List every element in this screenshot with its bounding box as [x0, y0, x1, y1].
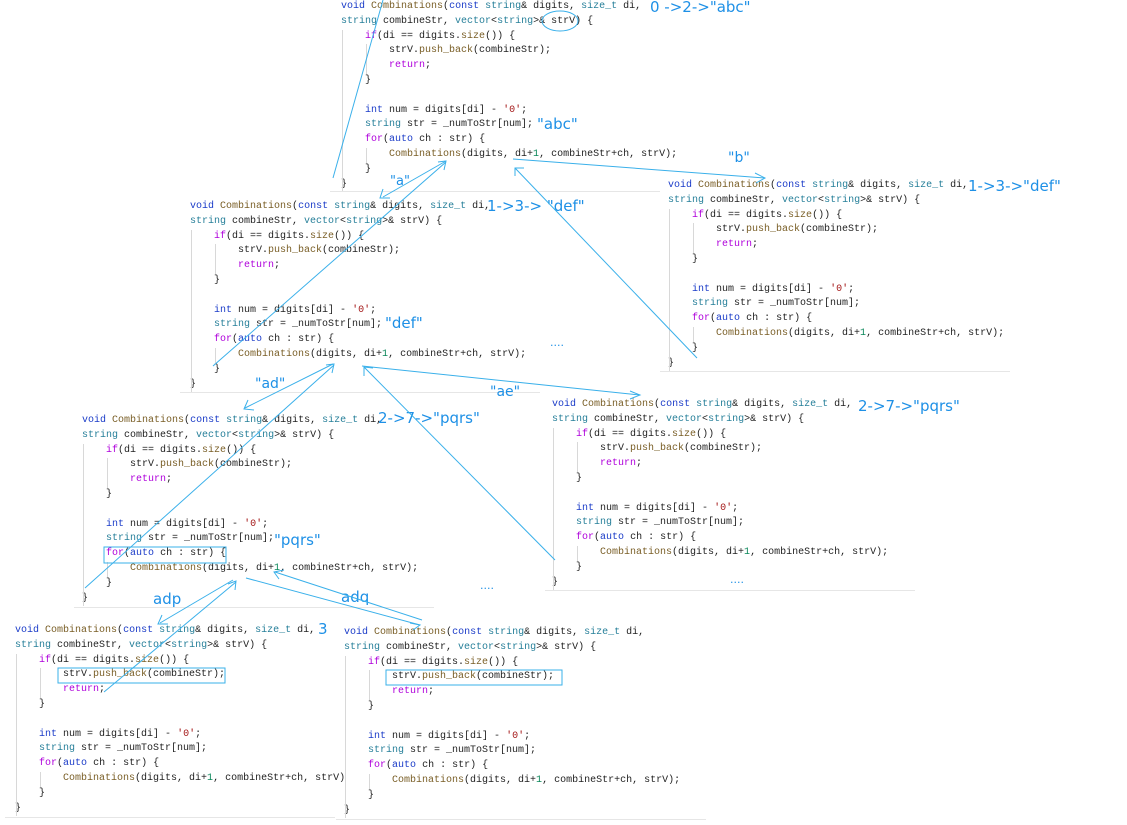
arrow-line	[245, 577, 421, 626]
arrow-line	[212, 161, 447, 367]
arrow-line	[103, 581, 237, 693]
arrow-line	[244, 363, 334, 409]
arrow-line	[84, 364, 335, 589]
arrow-line	[274, 571, 423, 621]
arrow-line	[159, 579, 234, 624]
arrow-line	[514, 167, 698, 359]
arrow-line	[512, 158, 766, 179]
arrow-line	[363, 366, 556, 561]
highlight-box	[57, 667, 226, 684]
arrow-overlay	[57, 0, 767, 693]
arrow-line	[332, 0, 384, 179]
highlight-box	[385, 669, 563, 686]
arrow-line	[382, 160, 447, 198]
highlight-circle	[541, 10, 579, 32]
arrowhead	[243, 399, 255, 411]
arrow-line	[361, 365, 641, 396]
arrowhead	[409, 622, 422, 631]
